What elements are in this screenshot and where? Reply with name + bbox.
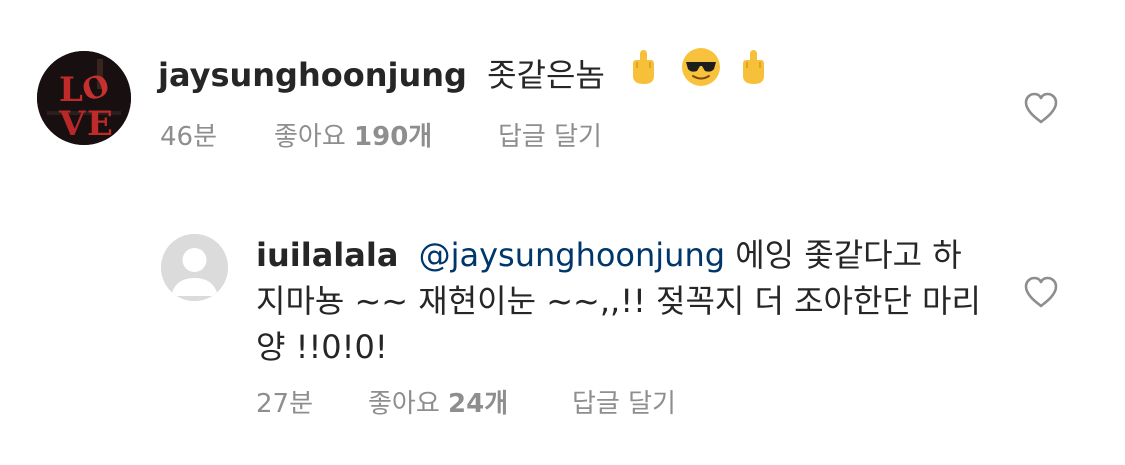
love-sculpture-icon: L O V E	[37, 51, 131, 145]
svg-text:E: E	[87, 104, 113, 144]
likes-count: 190개	[354, 122, 433, 152]
likes-prefix: 좋아요	[274, 122, 346, 152]
comment-username[interactable]: jaysunghoonjung	[158, 56, 467, 94]
reply-button[interactable]: 답글 달기	[498, 116, 602, 153]
comment-username[interactable]: iuilalala	[256, 236, 398, 274]
likes-count: 24개	[448, 389, 509, 419]
avatar[interactable]	[161, 234, 228, 301]
sunglasses-face-icon	[681, 47, 721, 99]
mention-link[interactable]: @jaysunghoonjung	[419, 236, 725, 274]
comment-time[interactable]: 27분	[256, 383, 313, 420]
comment-body: 좃같은놈	[487, 56, 605, 94]
comment-meta: 46분 좋아요 190개 답글 달기	[160, 116, 760, 153]
comment-time[interactable]: 46분	[160, 116, 217, 153]
heart-icon[interactable]	[1023, 275, 1059, 309]
reply-button[interactable]: 답글 달기	[572, 383, 676, 420]
like-count[interactable]: 좋아요 190개	[274, 116, 432, 153]
default-avatar-icon	[161, 234, 228, 301]
heart-icon[interactable]	[1023, 91, 1059, 125]
comment-text: jaysunghoonjung 좃같은놈	[158, 48, 767, 103]
likes-prefix: 좋아요	[368, 389, 440, 419]
avatar[interactable]: L O V E	[37, 51, 131, 145]
like-count[interactable]: 좋아요 24개	[368, 383, 508, 420]
middle-finger-icon	[739, 48, 767, 98]
comment-text: iuilalala @jaysunghoonjung 에잉 좇같다고 하지마뇽 …	[256, 232, 986, 370]
middle-finger-icon	[629, 48, 657, 98]
svg-text:V: V	[58, 104, 86, 144]
comment-meta: 27분 좋아요 24개 답글 달기	[256, 383, 856, 420]
